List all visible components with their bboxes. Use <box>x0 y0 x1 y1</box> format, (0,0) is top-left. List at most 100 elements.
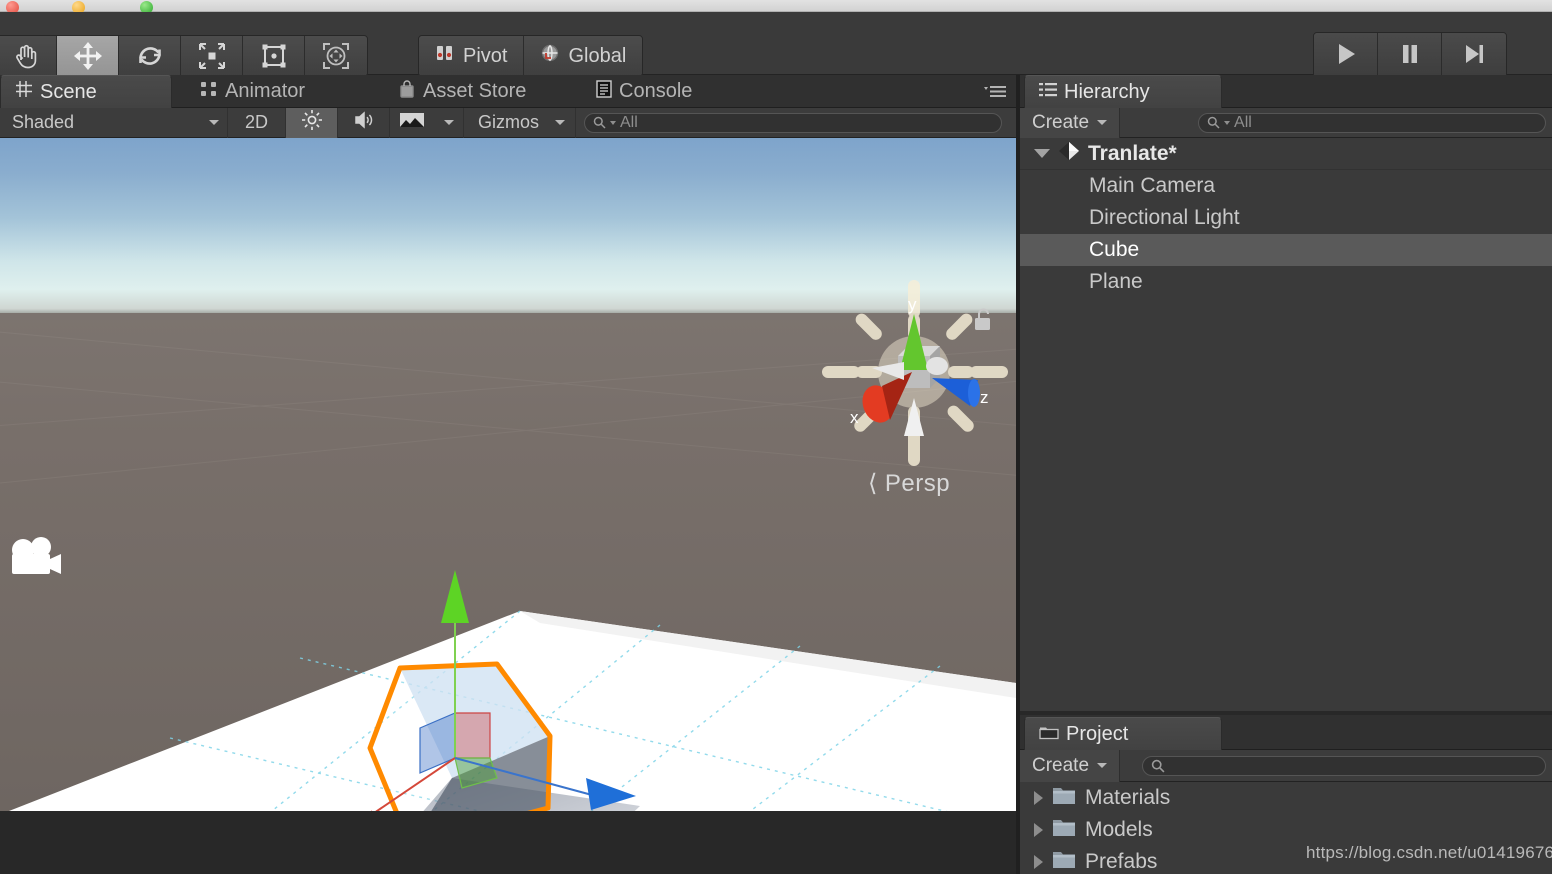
scene-view-panel: Scene Animator Asset Store Console Shade… <box>0 75 1016 837</box>
transform-tool-button[interactable] <box>305 36 367 76</box>
hierarchy-panel: Hierarchy Create All Tranlate* Main Came… <box>1020 75 1552 711</box>
rotate-tool-button[interactable] <box>119 36 181 76</box>
pivot-label: Pivot <box>463 44 508 67</box>
pause-button[interactable] <box>1378 33 1442 79</box>
tab-project-label: Project <box>1066 722 1129 745</box>
mode-2d-toggle[interactable]: 2D <box>228 107 286 138</box>
project-folder-materials[interactable]: Materials <box>1020 782 1552 814</box>
watermark-text: https://blog.csdn.net/u014196765 <box>1306 843 1552 862</box>
disclosure-triangle-right-icon[interactable] <box>1034 855 1043 869</box>
chevron-down-icon <box>443 120 454 125</box>
move-tool-button[interactable] <box>57 36 119 76</box>
hierarchy-item-label: Cube <box>1089 238 1140 261</box>
hierarchy-item-label: Main Camera <box>1089 174 1216 197</box>
search-filter-caret-icon <box>1224 120 1231 125</box>
hierarchy-item-cube[interactable]: Cube <box>1020 234 1552 266</box>
folder-icon <box>1052 786 1076 811</box>
scene-lighting-toggle[interactable] <box>286 107 338 138</box>
playback-controls-group <box>1313 32 1507 80</box>
gizmo-x-label: x <box>850 408 859 427</box>
folder-icon <box>1052 818 1076 843</box>
hierarchy-item-label: Plane <box>1089 270 1143 293</box>
search-filter-caret-icon <box>610 120 616 125</box>
project-tabbar: Project <box>1020 715 1552 750</box>
tab-console[interactable]: Console <box>582 75 706 108</box>
hierarchy-item-plane[interactable]: Plane <box>1020 266 1552 298</box>
scene-icon <box>15 80 33 104</box>
macos-titlebar <box>0 0 1552 14</box>
tab-asset-store-label: Asset Store <box>423 80 527 102</box>
tab-hierarchy-label: Hierarchy <box>1064 80 1150 103</box>
tab-project[interactable]: Project <box>1024 717 1222 750</box>
chevron-down-icon <box>1097 763 1108 768</box>
project-folder-label: Prefabs <box>1085 850 1158 873</box>
hierarchy-create-button[interactable]: Create <box>1020 107 1121 138</box>
tab-hierarchy[interactable]: Hierarchy <box>1024 75 1222 108</box>
hierarchy-tabbar: Hierarchy <box>1020 75 1552 108</box>
movie-camera-icon[interactable] <box>8 536 64 583</box>
scene-effects-dropdown[interactable] <box>434 107 464 138</box>
gizmos-label: Gizmos <box>478 112 540 132</box>
gizmo-z-label: z <box>980 388 989 407</box>
draw-mode-dropdown[interactable]: Shaded <box>0 107 228 138</box>
hierarchy-scene-label: Tranlate* <box>1088 141 1177 165</box>
scene-panel-menu-button[interactable] <box>982 83 1008 101</box>
hierarchy-search-placeholder: All <box>1234 113 1252 131</box>
hierarchy-scene-root[interactable]: Tranlate* <box>1020 138 1552 170</box>
transform-tools-group <box>0 35 368 77</box>
gizmo-y-arrow <box>441 570 469 623</box>
tab-scene[interactable]: Scene <box>0 75 172 108</box>
scene-audio-toggle[interactable] <box>338 107 390 138</box>
hierarchy-create-label: Create <box>1032 111 1090 133</box>
scene-search-placeholder: All <box>620 113 638 131</box>
project-toolbar: Create <box>1020 749 1552 782</box>
project-search-input[interactable] <box>1142 755 1546 776</box>
hierarchy-item-main-camera[interactable]: Main Camera <box>1020 170 1552 202</box>
step-button[interactable] <box>1442 33 1506 79</box>
console-icon <box>596 79 612 104</box>
tab-asset-store[interactable]: Asset Store <box>384 75 540 108</box>
scene-viewport[interactable]: y x z ⟨ Persp <box>0 138 1016 811</box>
scene-effects-toggle[interactable] <box>390 108 434 138</box>
scale-tool-button[interactable] <box>181 36 243 76</box>
pivot-mode-group: Pivot Global <box>418 35 644 77</box>
hierarchy-search-input[interactable]: All <box>1198 112 1546 133</box>
hierarchy-item-directional-light[interactable]: Directional Light <box>1020 202 1552 234</box>
main-toolbar: Pivot Global <box>0 12 1552 80</box>
project-create-label: Create <box>1032 754 1090 776</box>
transform-icon <box>321 41 351 71</box>
project-folder-models[interactable]: Models <box>1020 814 1552 846</box>
hierarchy-tree: Tranlate* Main Camera Directional Light … <box>1020 138 1552 711</box>
asset-store-icon <box>398 79 416 104</box>
scene-search-input[interactable]: All <box>584 112 1002 133</box>
tab-scene-label: Scene <box>40 80 97 103</box>
draw-mode-label: Shaded <box>12 112 75 132</box>
gizmos-dropdown[interactable]: Gizmos <box>464 107 576 138</box>
play-icon <box>1333 41 1359 72</box>
move-icon <box>73 41 103 71</box>
tab-console-label: Console <box>619 80 693 102</box>
folder-icon <box>1052 850 1076 874</box>
image-effects-icon <box>399 111 425 134</box>
unlocked-padlock-icon[interactable] <box>972 306 994 337</box>
hand-tool-button[interactable] <box>0 36 57 76</box>
unity-scene-icon <box>1057 139 1081 169</box>
disclosure-triangle-right-icon[interactable] <box>1034 791 1043 805</box>
project-create-button[interactable]: Create <box>1020 749 1121 782</box>
global-toggle-button[interactable]: Global <box>524 36 643 76</box>
animator-icon <box>200 80 218 104</box>
pause-icon <box>1397 41 1423 72</box>
rect-transform-tool-button[interactable] <box>243 36 305 76</box>
chevron-down-icon <box>555 120 565 125</box>
projection-mode-label[interactable]: ⟨ Persp <box>868 469 950 498</box>
pivot-toggle-button[interactable]: Pivot <box>419 36 525 76</box>
disclosure-triangle-down-icon[interactable] <box>1034 149 1050 158</box>
project-folder-label: Materials <box>1085 786 1171 809</box>
disclosure-triangle-right-icon[interactable] <box>1034 823 1043 837</box>
tab-animator[interactable]: Animator <box>186 75 319 108</box>
play-button[interactable] <box>1314 33 1378 79</box>
sun-icon <box>301 109 323 136</box>
chevron-down-icon <box>1097 120 1108 125</box>
project-folder-icon <box>1039 723 1059 746</box>
project-folder-label: Models <box>1085 818 1153 841</box>
